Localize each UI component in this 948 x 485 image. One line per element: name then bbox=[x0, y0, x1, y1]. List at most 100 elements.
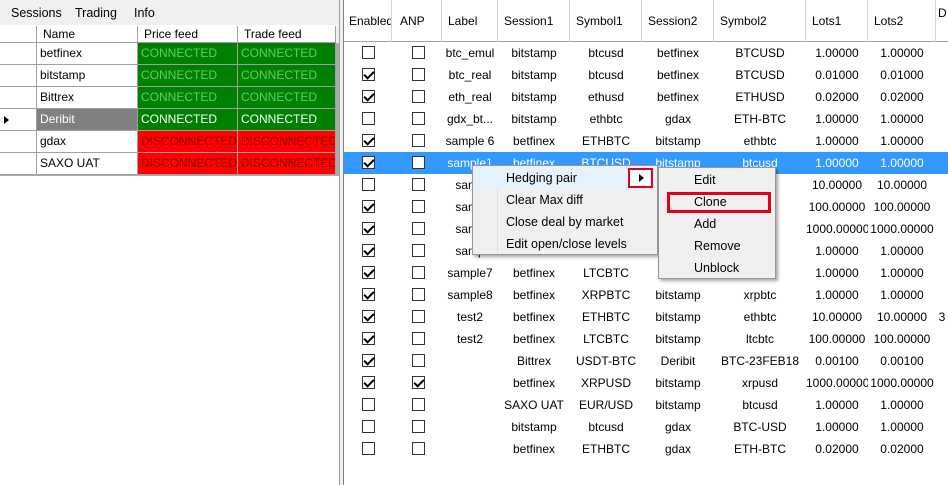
label-cell[interactable] bbox=[442, 350, 498, 372]
price-feed-status-cell[interactable]: CONNECTED bbox=[138, 65, 238, 87]
symbol1-cell[interactable]: LTCBTC bbox=[570, 328, 642, 350]
lots1-cell[interactable]: 1.00000 bbox=[806, 108, 868, 130]
submenu-item-remove[interactable]: Remove bbox=[659, 235, 775, 257]
row-header[interactable] bbox=[0, 131, 37, 153]
enabled-checkbox[interactable] bbox=[362, 354, 375, 367]
anp-checkbox[interactable] bbox=[412, 178, 425, 191]
lots2-cell[interactable]: 100.00000 bbox=[868, 328, 936, 350]
pair-row[interactable]: sample 6 betfinex ETHBTC bitstamp ethbtc 1.00… bbox=[344, 130, 948, 152]
session2-cell[interactable]: bitstamp bbox=[642, 130, 714, 152]
anp-checkbox[interactable] bbox=[412, 288, 425, 301]
feed-name-cell[interactable]: SAXO UAT bbox=[37, 153, 138, 175]
truncated-cell[interactable] bbox=[936, 152, 948, 174]
symbol1-cell[interactable]: ETHBTC bbox=[570, 130, 642, 152]
row-header[interactable] bbox=[0, 87, 37, 109]
enabled-checkbox[interactable] bbox=[362, 244, 375, 257]
lots2-cell[interactable]: 1000.00000 bbox=[868, 218, 936, 240]
symbol2-cell[interactable]: BTC-USD bbox=[714, 416, 806, 438]
pair-row[interactable]: btc_emul bitstamp btcusd betfinex BTCUSD 1.00… bbox=[344, 42, 948, 64]
lots2-cell[interactable]: 1.00000 bbox=[868, 394, 936, 416]
symbol2-cell[interactable]: xrpbtc bbox=[714, 284, 806, 306]
enabled-checkbox[interactable] bbox=[362, 90, 375, 103]
column-header-truncated[interactable]: D C bbox=[936, 0, 948, 42]
session2-cell[interactable]: bitstamp bbox=[642, 284, 714, 306]
anp-checkbox[interactable] bbox=[412, 90, 425, 103]
anp-checkbox[interactable] bbox=[412, 442, 425, 455]
label-cell[interactable] bbox=[442, 438, 498, 460]
lots2-cell[interactable]: 10.00000 bbox=[868, 174, 936, 196]
column-header-price-feed[interactable]: Price feed bbox=[138, 26, 238, 43]
symbol1-cell[interactable]: ethusd bbox=[570, 86, 642, 108]
anp-checkbox[interactable] bbox=[412, 112, 425, 125]
truncated-cell[interactable] bbox=[936, 130, 948, 152]
row-header[interactable] bbox=[0, 65, 37, 87]
pair-row[interactable]: betfinex XRPUSD bitstamp xrpusd 1000.00000 10… bbox=[344, 372, 948, 394]
truncated-cell[interactable] bbox=[936, 174, 948, 196]
price-feed-status-cell[interactable]: DISCONNECTED bbox=[138, 153, 238, 175]
symbol2-cell[interactable]: ETH-BTC bbox=[714, 438, 806, 460]
column-header-lots2[interactable]: Lots2 bbox=[868, 0, 936, 42]
submenu-item-add[interactable]: Add bbox=[659, 213, 775, 235]
label-cell[interactable]: btc_real bbox=[442, 64, 498, 86]
pair-row[interactable]: eth_real bitstamp ethusd betfinex ETHUSD 0.02… bbox=[344, 86, 948, 108]
symbol2-cell[interactable]: ethbtc bbox=[714, 130, 806, 152]
symbol1-cell[interactable]: btcusd bbox=[570, 42, 642, 64]
lots2-cell[interactable]: 1.00000 bbox=[868, 130, 936, 152]
lots2-cell[interactable]: 1.00000 bbox=[868, 262, 936, 284]
anp-checkbox[interactable] bbox=[412, 222, 425, 235]
lots2-cell[interactable]: 1.00000 bbox=[868, 42, 936, 64]
truncated-cell[interactable] bbox=[936, 394, 948, 416]
pair-row[interactable]: SAXO UAT EUR/USD bitstamp btcusd 1.00000 1.00… bbox=[344, 394, 948, 416]
session2-cell[interactable]: bitstamp bbox=[642, 306, 714, 328]
trade-feed-status-cell[interactable]: CONNECTED bbox=[238, 65, 336, 87]
anp-checkbox[interactable] bbox=[412, 354, 425, 367]
enabled-checkbox[interactable] bbox=[362, 112, 375, 125]
feed-name-cell[interactable]: bitstamp bbox=[37, 65, 138, 87]
label-cell[interactable]: sample8 bbox=[442, 284, 498, 306]
column-header-anp[interactable]: ANP bbox=[392, 0, 442, 42]
label-cell[interactable] bbox=[442, 372, 498, 394]
enabled-checkbox[interactable] bbox=[362, 200, 375, 213]
lots1-cell[interactable]: 1.00000 bbox=[806, 152, 868, 174]
pair-row[interactable]: bitstamp btcusd gdax BTC-USD 1.00000 1.00000 bbox=[344, 416, 948, 438]
lots2-cell[interactable]: 0.00100 bbox=[868, 350, 936, 372]
truncated-cell[interactable] bbox=[936, 350, 948, 372]
feed-row[interactable]: Bittrex CONNECTED CONNECTED bbox=[0, 87, 342, 109]
label-cell[interactable]: sample 6 bbox=[442, 130, 498, 152]
lots1-cell[interactable]: 10.00000 bbox=[806, 306, 868, 328]
session2-cell[interactable]: bitstamp bbox=[642, 394, 714, 416]
price-feed-status-cell[interactable]: CONNECTED bbox=[138, 43, 238, 65]
label-cell[interactable]: test2 bbox=[442, 306, 498, 328]
anp-checkbox[interactable] bbox=[412, 200, 425, 213]
enabled-checkbox[interactable] bbox=[362, 222, 375, 235]
enabled-checkbox[interactable] bbox=[362, 288, 375, 301]
enabled-checkbox[interactable] bbox=[362, 46, 375, 59]
lots1-cell[interactable]: 1.00000 bbox=[806, 240, 868, 262]
symbol2-cell[interactable]: BTCUSD bbox=[714, 42, 806, 64]
symbol1-cell[interactable]: btcusd bbox=[570, 64, 642, 86]
symbol2-cell[interactable]: BTCUSD bbox=[714, 64, 806, 86]
feed-row[interactable]: bitstamp CONNECTED CONNECTED bbox=[0, 65, 342, 87]
symbol2-cell[interactable]: ETHUSD bbox=[714, 86, 806, 108]
session2-cell[interactable]: bitstamp bbox=[642, 328, 714, 350]
trade-feed-status-cell[interactable]: CONNECTED bbox=[238, 43, 336, 65]
pair-row[interactable]: test2 betfinex LTCBTC bitstamp ltcbtc 100.000… bbox=[344, 328, 948, 350]
row-header[interactable] bbox=[0, 153, 37, 175]
enabled-checkbox[interactable] bbox=[362, 420, 375, 433]
feed-row[interactable]: betfinex CONNECTED CONNECTED bbox=[0, 43, 342, 65]
label-cell[interactable]: btc_emul bbox=[442, 42, 498, 64]
session2-cell[interactable]: betfinex bbox=[642, 64, 714, 86]
column-header-symbol2[interactable]: Symbol2 bbox=[714, 0, 806, 42]
pair-row[interactable]: btc_real bitstamp btcusd betfinex BTCUSD 0.01… bbox=[344, 64, 948, 86]
truncated-cell[interactable] bbox=[936, 196, 948, 218]
symbol1-cell[interactable]: USDT-BTC bbox=[570, 350, 642, 372]
anp-checkbox[interactable] bbox=[412, 398, 425, 411]
column-header-enabled[interactable]: Enabled bbox=[344, 0, 392, 42]
lots1-cell[interactable]: 0.02000 bbox=[806, 438, 868, 460]
lots2-cell[interactable]: 1000.00000 bbox=[868, 372, 936, 394]
lots1-cell[interactable]: 10.00000 bbox=[806, 174, 868, 196]
symbol2-cell[interactable]: ethbtc bbox=[714, 306, 806, 328]
session1-cell[interactable]: betfinex bbox=[498, 130, 570, 152]
session1-cell[interactable]: bitstamp bbox=[498, 64, 570, 86]
truncated-cell[interactable] bbox=[936, 262, 948, 284]
